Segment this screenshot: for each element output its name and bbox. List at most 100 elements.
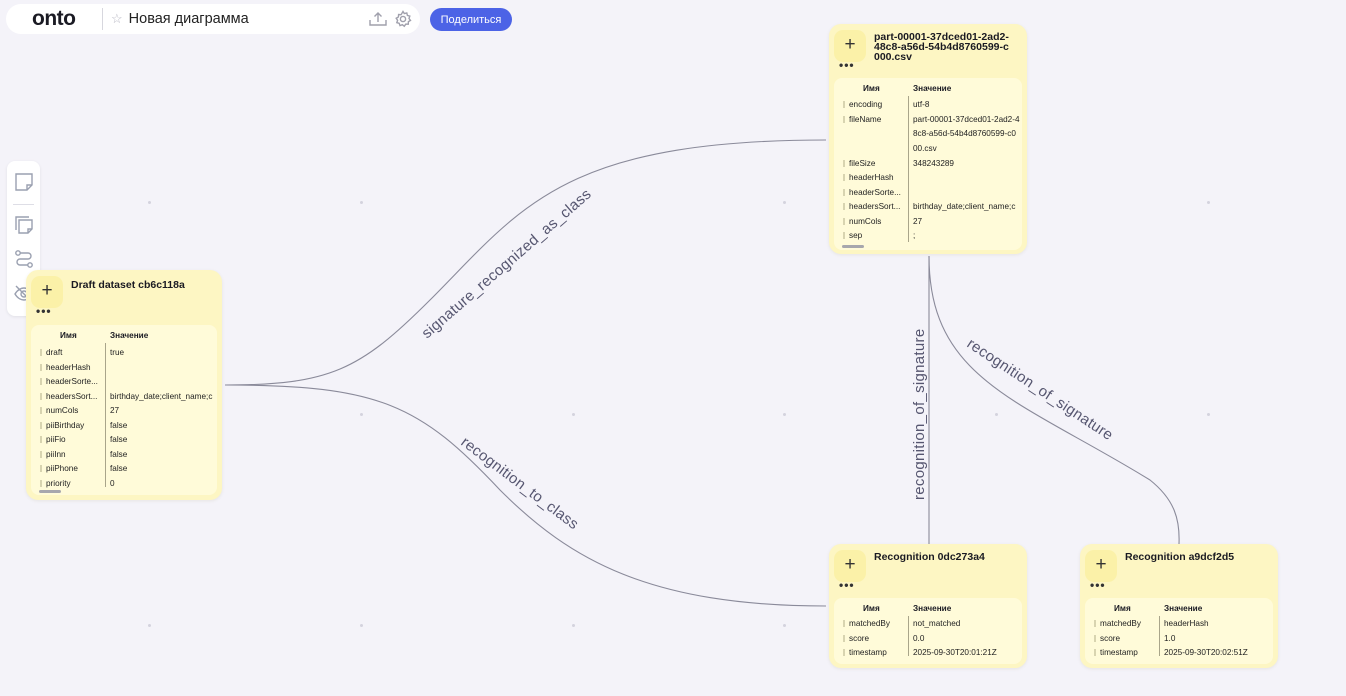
property-key: numCols — [849, 216, 882, 226]
property-value: 348243289 — [913, 158, 954, 168]
property-key: headersSort... — [849, 202, 901, 211]
edge-signature-recognized-as-class[interactable] — [224, 139, 827, 386]
property-row[interactable]: matchedBy not_matched — [834, 617, 1022, 632]
property-key: headerSorte... — [849, 187, 901, 197]
node-recognition-a9dcf2d5[interactable]: + ••• Recognition a9dcf2d5 Имя Значение ma… — [1080, 544, 1278, 668]
property-row[interactable]: headerHash — [31, 361, 217, 376]
horizontal-scrollbar[interactable] — [39, 490, 61, 493]
drag-handle-icon[interactable] — [40, 349, 42, 356]
property-value: 27 — [110, 406, 120, 415]
drag-handle-icon[interactable] — [843, 188, 845, 196]
drag-handle-icon[interactable] — [1094, 649, 1096, 656]
diagram-title[interactable]: Новая диаграмма — [129, 11, 368, 27]
properties-table: Имя Значение encoding utf-8 fileName part-000… — [834, 78, 1022, 250]
property-row[interactable]: piiBirthday false — [31, 419, 217, 434]
star-icon[interactable]: ☆ — [111, 11, 123, 27]
property-key: fileName — [849, 114, 882, 124]
property-key: numCols — [46, 406, 79, 415]
edge-label: recognition_to_class — [458, 434, 582, 533]
property-row[interactable]: sep; — [834, 229, 1022, 244]
property-value: not_matched — [913, 619, 961, 628]
column-header-value: Значение — [1164, 604, 1203, 613]
property-value: false — [110, 449, 128, 459]
property-key: piiInn — [46, 449, 66, 459]
property-row[interactable]: score 1.0 — [1085, 632, 1273, 647]
property-value: 27 — [913, 216, 923, 226]
property-row[interactable]: encoding utf-8 — [834, 98, 1022, 113]
node-csv-file[interactable]: + ••• part-00001-37dced01-2ad2-48c8-a56d… — [829, 24, 1027, 254]
toolbar-divider — [13, 204, 34, 205]
drag-handle-icon[interactable] — [843, 101, 845, 108]
app-logo[interactable]: onto — [32, 7, 102, 31]
node-recognition-0dc273a4[interactable]: + ••• Recognition 0dc273a4 Имя Значение ma… — [829, 544, 1027, 668]
more-icon[interactable]: ••• — [839, 579, 855, 591]
property-value: part-00001-37dced01-2ad2-48c8-a56d-54b4d… — [913, 114, 1020, 153]
property-value: headerHash — [1164, 619, 1209, 628]
drag-handle-icon[interactable] — [843, 174, 845, 181]
node-title: Recognition a9dcf2d5 — [1125, 551, 1235, 563]
node-title: Recognition 0dc273a4 — [874, 551, 985, 563]
column-header-name: Имя — [60, 331, 77, 340]
property-key: piiPhone — [46, 464, 78, 473]
property-value: false — [110, 435, 128, 444]
more-icon[interactable]: ••• — [36, 305, 52, 317]
drag-handle-icon[interactable] — [40, 407, 42, 414]
drag-handle-icon[interactable] — [843, 620, 845, 627]
drag-handle-icon[interactable] — [40, 450, 42, 458]
property-row[interactable]: headerHash — [834, 171, 1022, 186]
drag-handle-icon[interactable] — [1094, 634, 1096, 642]
note-icon[interactable] — [13, 171, 35, 193]
horizontal-scrollbar[interactable] — [842, 245, 864, 248]
drag-handle-icon[interactable] — [843, 217, 845, 225]
property-row[interactable]: headerSorte... — [31, 375, 217, 390]
property-row[interactable]: headersSort... birthday_date;client_name;… — [834, 200, 1022, 215]
share-button[interactable]: Поделиться — [430, 8, 512, 31]
drag-handle-icon[interactable] — [843, 159, 845, 167]
property-row[interactable]: numCols 27 — [834, 215, 1022, 230]
property-value: true — [110, 348, 125, 357]
drag-handle-icon[interactable] — [40, 378, 42, 385]
property-row[interactable]: piiInn false — [31, 448, 217, 463]
property-row[interactable]: matchedBy headerHash — [1085, 617, 1273, 632]
column-header-name: Имя — [863, 604, 880, 613]
edge-label: recognition_of_signature — [911, 329, 928, 500]
gear-icon[interactable] — [394, 10, 412, 28]
drag-handle-icon[interactable] — [40, 479, 42, 487]
property-value: birthday_date;client_name;c — [913, 202, 1016, 211]
property-row[interactable]: piiFio false — [31, 433, 217, 448]
node-draft-dataset[interactable]: + ••• Draft dataset cb6c118a Имя Значение… — [26, 270, 222, 500]
property-key: piiFio — [46, 435, 66, 444]
property-row[interactable]: score 0.0 — [834, 632, 1022, 647]
more-icon[interactable]: ••• — [839, 59, 855, 71]
property-row[interactable]: fileSize 348243289 — [834, 157, 1022, 172]
property-row[interactable]: timestamp 2025-09-30T20:01:21Z — [834, 646, 1022, 661]
drag-handle-icon[interactable] — [843, 649, 845, 656]
property-key: encoding — [849, 100, 883, 109]
more-icon[interactable]: ••• — [1090, 579, 1106, 591]
property-row[interactable]: numCols 27 — [31, 404, 217, 419]
drag-handle-icon[interactable] — [40, 436, 42, 443]
property-key: piiBirthday — [46, 420, 85, 430]
property-row[interactable]: timestamp 2025-09-30T20:02:51Z — [1085, 646, 1273, 661]
drag-handle-icon[interactable] — [40, 465, 42, 472]
property-row[interactable]: draft true — [31, 346, 217, 361]
property-key: headersSort... — [46, 391, 98, 401]
drag-handle-icon[interactable] — [843, 115, 845, 123]
property-value: false — [110, 420, 128, 430]
property-row[interactable]: headersSort... birthday_date;client_name;… — [31, 390, 217, 405]
drag-handle-icon[interactable] — [40, 421, 42, 429]
property-row[interactable]: priority 0 — [31, 477, 217, 492]
drag-handle-icon[interactable] — [843, 203, 845, 210]
notes-icon[interactable] — [13, 214, 35, 236]
property-row[interactable]: piiPhone false — [31, 462, 217, 477]
drag-handle-icon[interactable] — [843, 232, 845, 239]
drag-handle-icon[interactable] — [40, 392, 42, 400]
drag-handle-icon[interactable] — [843, 634, 845, 642]
drag-handle-icon[interactable] — [40, 363, 42, 371]
column-header-name: Имя — [1114, 604, 1131, 613]
drag-handle-icon[interactable] — [1094, 620, 1096, 627]
property-row[interactable]: headerSorte... — [834, 186, 1022, 201]
property-row[interactable]: fileName part-00001-37dced01-2ad2-48c8-a5… — [834, 113, 1022, 157]
upload-icon[interactable] — [368, 10, 388, 28]
connector-icon[interactable] — [13, 248, 35, 270]
